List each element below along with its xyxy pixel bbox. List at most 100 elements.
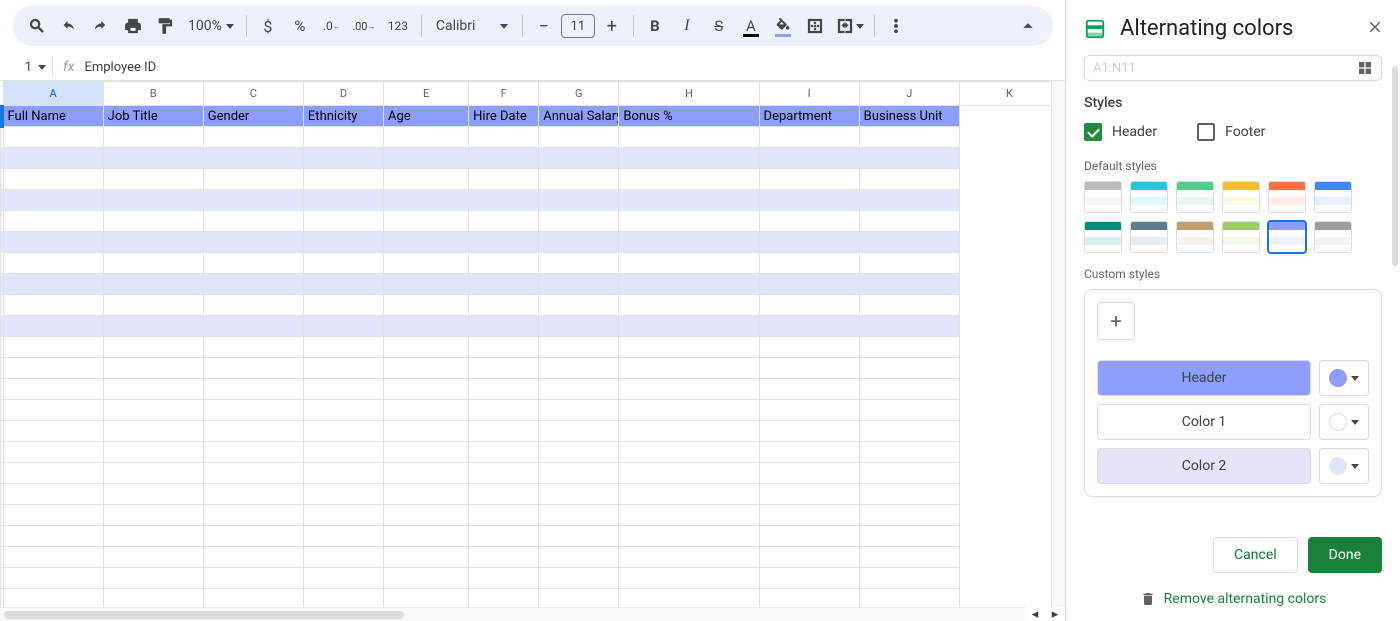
cell-I23[interactable] bbox=[619, 568, 759, 589]
increase-font-icon[interactable]: + bbox=[597, 11, 627, 41]
scroll-right-icon[interactable]: ▸ bbox=[1045, 607, 1065, 621]
cell-C2[interactable] bbox=[103, 127, 203, 148]
cell-K14[interactable] bbox=[859, 379, 959, 400]
formula-input[interactable]: Employee ID bbox=[84, 60, 156, 75]
cell-G9[interactable] bbox=[469, 274, 539, 295]
cell-C18[interactable] bbox=[103, 463, 203, 484]
cell-J9[interactable] bbox=[759, 274, 859, 295]
cell-B11[interactable] bbox=[3, 316, 103, 337]
column-header-H[interactable]: H bbox=[619, 82, 759, 106]
column-header-C[interactable]: C bbox=[203, 82, 303, 106]
paint-format-icon[interactable] bbox=[150, 11, 180, 41]
cell-F19[interactable] bbox=[384, 484, 469, 505]
cell-H18[interactable] bbox=[539, 463, 619, 484]
merge-cells-icon[interactable] bbox=[832, 11, 868, 41]
cell-H2[interactable] bbox=[539, 127, 619, 148]
range-input[interactable]: A1:N11 bbox=[1084, 55, 1382, 81]
cell-D16[interactable] bbox=[203, 421, 303, 442]
cell-K4[interactable] bbox=[859, 169, 959, 190]
cell-H7[interactable] bbox=[539, 232, 619, 253]
cell-G17[interactable] bbox=[469, 442, 539, 463]
cell-I8[interactable] bbox=[619, 253, 759, 274]
cell-C1[interactable]: Job Title bbox=[103, 106, 203, 127]
cell-E11[interactable] bbox=[303, 316, 383, 337]
cell-F14[interactable] bbox=[384, 379, 469, 400]
cell-C19[interactable] bbox=[103, 484, 203, 505]
cell-D14[interactable] bbox=[203, 379, 303, 400]
cell-H5[interactable] bbox=[539, 190, 619, 211]
cell-C8[interactable] bbox=[103, 253, 203, 274]
cell-E15[interactable] bbox=[303, 400, 383, 421]
cell-B5[interactable] bbox=[3, 190, 103, 211]
cell-D17[interactable] bbox=[203, 442, 303, 463]
cell-B8[interactable] bbox=[3, 253, 103, 274]
cell-H19[interactable] bbox=[539, 484, 619, 505]
cell-H22[interactable] bbox=[539, 547, 619, 568]
cell-J17[interactable] bbox=[759, 442, 859, 463]
cell-B21[interactable] bbox=[3, 526, 103, 547]
cell-K8[interactable] bbox=[859, 253, 959, 274]
more-icon[interactable] bbox=[881, 11, 911, 41]
cell-B20[interactable] bbox=[3, 505, 103, 526]
cell-E22[interactable] bbox=[303, 547, 383, 568]
column-header-I[interactable]: I bbox=[759, 82, 859, 106]
column-header-K[interactable]: K bbox=[959, 82, 1059, 106]
cell-B23[interactable] bbox=[3, 568, 103, 589]
cell-I21[interactable] bbox=[619, 526, 759, 547]
decrease-font-icon[interactable]: − bbox=[529, 11, 559, 41]
cell-K11[interactable] bbox=[859, 316, 959, 337]
cell-C14[interactable] bbox=[103, 379, 203, 400]
cell-G10[interactable] bbox=[469, 295, 539, 316]
cell-B12[interactable] bbox=[3, 337, 103, 358]
cancel-button[interactable]: Cancel bbox=[1213, 537, 1298, 573]
cell-E4[interactable] bbox=[303, 169, 383, 190]
remove-alternating-colors-button[interactable]: Remove alternating colors bbox=[1066, 583, 1400, 621]
cell-E17[interactable] bbox=[303, 442, 383, 463]
cell-J3[interactable] bbox=[759, 148, 859, 169]
undo-icon[interactable] bbox=[54, 11, 84, 41]
cell-B15[interactable] bbox=[3, 400, 103, 421]
currency-icon[interactable]: $ bbox=[253, 11, 283, 41]
cell-I2[interactable] bbox=[619, 127, 759, 148]
cell-G13[interactable] bbox=[469, 358, 539, 379]
style-swatch-3[interactable] bbox=[1222, 181, 1260, 213]
cell-E10[interactable] bbox=[303, 295, 383, 316]
cell-F21[interactable] bbox=[384, 526, 469, 547]
cell-G20[interactable] bbox=[469, 505, 539, 526]
cell-E2[interactable] bbox=[303, 127, 383, 148]
cell-I1[interactable]: Bonus % bbox=[619, 106, 759, 127]
cell-H9[interactable] bbox=[539, 274, 619, 295]
cell-B16[interactable] bbox=[3, 421, 103, 442]
cell-D23[interactable] bbox=[203, 568, 303, 589]
cell-G12[interactable] bbox=[469, 337, 539, 358]
style-swatch-10[interactable] bbox=[1268, 221, 1306, 253]
print-icon[interactable] bbox=[118, 11, 148, 41]
cell-G19[interactable] bbox=[469, 484, 539, 505]
vertical-scrollbar[interactable] bbox=[1051, 81, 1065, 607]
cell-G1[interactable]: Hire Date bbox=[469, 106, 539, 127]
column-header-A[interactable]: A bbox=[3, 82, 103, 106]
cell-H15[interactable] bbox=[539, 400, 619, 421]
cell-I13[interactable] bbox=[619, 358, 759, 379]
zoom-select[interactable]: 100% bbox=[182, 18, 240, 34]
cell-F9[interactable] bbox=[384, 274, 469, 295]
cell-F18[interactable] bbox=[384, 463, 469, 484]
cell-H1[interactable]: Annual Salary (USD) bbox=[539, 106, 619, 127]
cell-E23[interactable] bbox=[303, 568, 383, 589]
cell-B18[interactable] bbox=[3, 463, 103, 484]
cell-B9[interactable] bbox=[3, 274, 103, 295]
cell-B1[interactable]: Full Name bbox=[3, 106, 103, 127]
cell-J22[interactable] bbox=[759, 547, 859, 568]
cell-E1[interactable]: Ethnicity bbox=[303, 106, 383, 127]
style-swatch-7[interactable] bbox=[1130, 221, 1168, 253]
cell-I14[interactable] bbox=[619, 379, 759, 400]
cell-H6[interactable] bbox=[539, 211, 619, 232]
cell-I11[interactable] bbox=[619, 316, 759, 337]
add-custom-style-button[interactable]: + bbox=[1097, 302, 1135, 340]
cell-K7[interactable] bbox=[859, 232, 959, 253]
cell-E7[interactable] bbox=[303, 232, 383, 253]
style-swatch-11[interactable] bbox=[1314, 221, 1352, 253]
cell-C5[interactable] bbox=[103, 190, 203, 211]
footer-checkbox[interactable]: Footer bbox=[1197, 123, 1265, 141]
cell-G3[interactable] bbox=[469, 148, 539, 169]
